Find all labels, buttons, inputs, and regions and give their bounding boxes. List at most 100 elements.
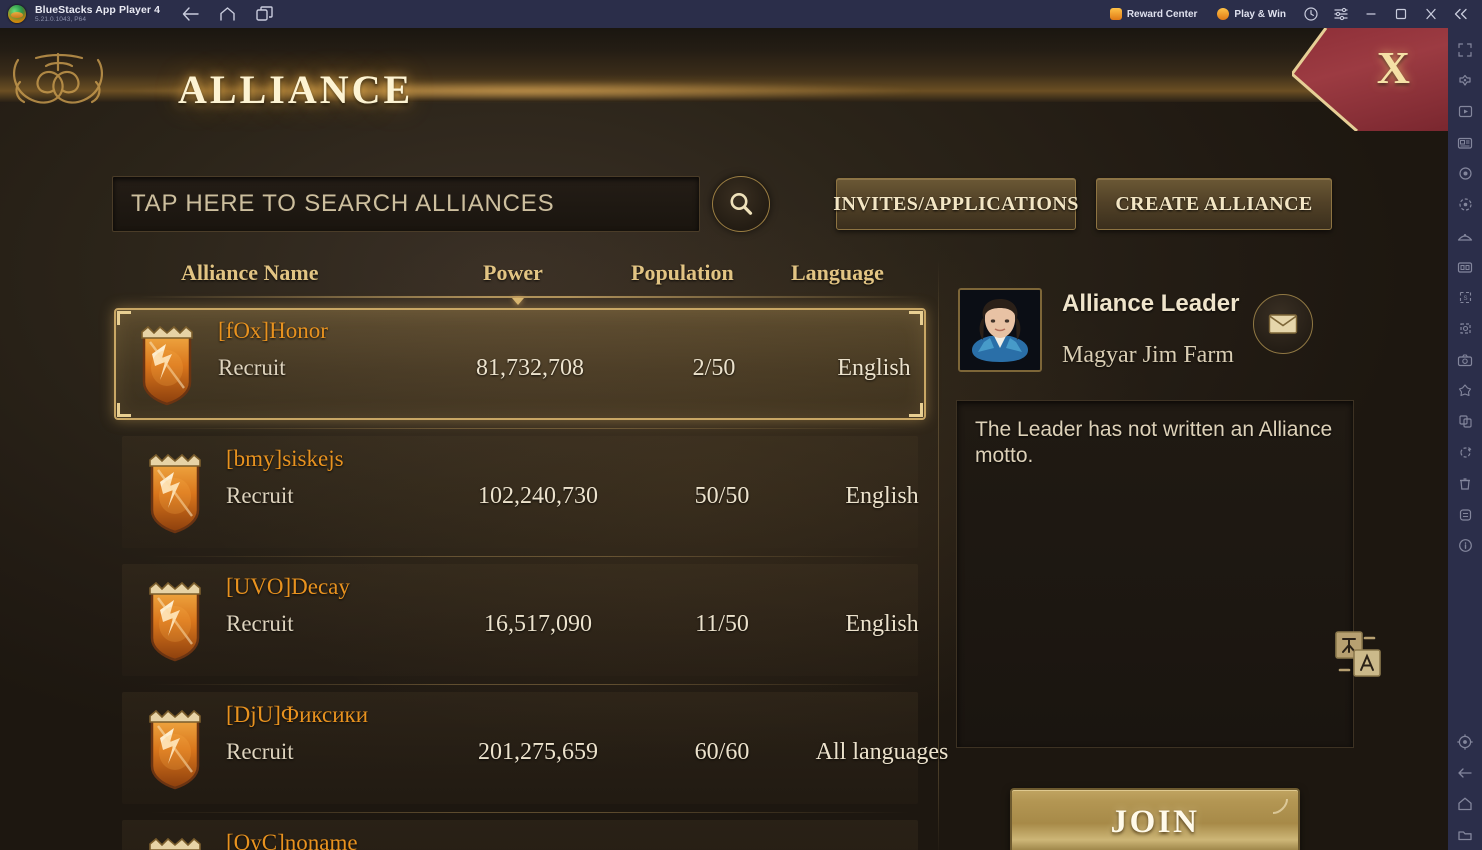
alliance-rank: Recruit xyxy=(226,483,294,508)
alliance-motto-box: The Leader has not written an Alliance m… xyxy=(956,400,1354,748)
multi-instance-icon[interactable] xyxy=(256,6,273,22)
collapse-sidebar-icon[interactable] xyxy=(1446,0,1476,28)
copy-icon[interactable] xyxy=(1448,406,1482,437)
table-row[interactable]: [DjU]Фиксики Recruit 201,275,659 60/60 A… xyxy=(122,692,948,804)
search-button[interactable] xyxy=(712,176,770,232)
gamepad-icon[interactable] xyxy=(1448,499,1482,530)
alliance-emblem-icon xyxy=(144,580,206,662)
create-alliance-button[interactable]: CREATE ALLIANCE xyxy=(1096,178,1332,230)
recents-icon[interactable] xyxy=(1448,819,1482,850)
search-input[interactable]: TAP HERE TO SEARCH ALLIANCES xyxy=(112,176,700,232)
titlebar-left-group: BlueStacks App Player 4 5.21.0.1043, P64 xyxy=(0,3,400,24)
game-guide-icon[interactable] xyxy=(1448,220,1482,251)
translate-button[interactable] xyxy=(1330,626,1384,680)
bluestacks-logo-icon xyxy=(8,4,26,23)
home-nav-icon[interactable] xyxy=(1448,788,1482,819)
game-viewport: ALLIANCE X TAP HERE TO SEARCH ALLIANCES … xyxy=(0,28,1448,850)
send-mail-button[interactable] xyxy=(1253,294,1313,354)
alliance-population: 2/50 xyxy=(692,355,736,381)
table-row[interactable]: [bmy]siskejs Recruit 102,240,730 50/50 E… xyxy=(122,436,919,548)
reward-icon xyxy=(1109,8,1122,20)
coin-icon xyxy=(1217,8,1230,20)
emulator-sidebar: S xyxy=(1448,28,1482,850)
mail-icon xyxy=(1268,314,1298,334)
alliance-rank: Recruit xyxy=(226,611,294,636)
table-row[interactable]: [fOx]Honor Recruit 81,732,708 2/50 Engli… xyxy=(114,308,926,420)
close-dialog-banner[interactable] xyxy=(1292,28,1448,131)
row-separator xyxy=(150,684,910,685)
alliance-name: [bmy]siskejs xyxy=(226,446,344,471)
translate-icon xyxy=(1335,631,1381,677)
page-title: ALLIANCE xyxy=(178,67,414,112)
row-corner-tl xyxy=(117,311,131,325)
fullscreen-icon[interactable] xyxy=(1448,34,1482,65)
titlebar-nav-icons xyxy=(182,6,273,22)
column-header-population[interactable]: Population xyxy=(631,260,734,286)
alliance-rank: Recruit xyxy=(226,739,294,764)
macro-icon[interactable] xyxy=(1448,189,1482,220)
row-separator xyxy=(150,556,910,557)
back-icon[interactable] xyxy=(182,7,199,21)
play-and-win-label: Play & Win xyxy=(1234,8,1286,20)
alliance-emblem-icon xyxy=(144,836,206,850)
shake-icon[interactable] xyxy=(1448,375,1482,406)
alliance-power: 16,517,090 xyxy=(484,611,592,637)
media-manager-icon[interactable] xyxy=(1448,127,1482,158)
multi-instance-manager-icon[interactable] xyxy=(1448,251,1482,282)
search-icon xyxy=(730,193,753,215)
alliance-rank: Recruit xyxy=(218,355,286,380)
back-arrow-icon[interactable] xyxy=(1448,757,1482,788)
alliance-motto-text: The Leader has not written an Alliance m… xyxy=(975,418,1333,468)
app-title: BlueStacks App Player 4 xyxy=(35,3,161,16)
invites-applications-button[interactable]: INVITES/APPLICATIONS xyxy=(833,178,1079,230)
row-corner-bl xyxy=(117,403,131,417)
close-window-icon[interactable] xyxy=(1416,0,1446,28)
camera-icon[interactable] xyxy=(1448,344,1482,375)
minimize-icon[interactable] xyxy=(1356,0,1386,28)
alliance-name: [UVO]Decay xyxy=(226,574,350,599)
close-dialog-label[interactable]: X xyxy=(1377,45,1410,91)
sync-icon[interactable] xyxy=(1448,437,1482,468)
rotate-icon[interactable] xyxy=(1448,313,1482,344)
alliance-power: 102,240,730 xyxy=(478,483,598,509)
clock-icon[interactable] xyxy=(1296,0,1326,28)
row-separator xyxy=(150,428,910,429)
alliance-emblem-icon xyxy=(144,452,206,534)
emulator-titlebar: BlueStacks App Player 4 5.21.0.1043, P64… xyxy=(0,0,1482,28)
column-header-power[interactable]: Power xyxy=(483,260,543,286)
search-placeholder: TAP HERE TO SEARCH ALLIANCES xyxy=(131,190,555,217)
alliance-header-band: ALLIANCE X xyxy=(0,28,1448,131)
screen-record-icon[interactable] xyxy=(1448,96,1482,127)
column-header-language[interactable]: Language xyxy=(791,260,884,286)
settings-icon[interactable] xyxy=(1448,726,1482,757)
invites-applications-label: INVITES/APPLICATIONS xyxy=(833,192,1079,215)
menu-icon[interactable] xyxy=(1326,0,1356,28)
row-corner-tr xyxy=(909,311,923,325)
app-version: 5.21.0.1043, P64 xyxy=(35,15,87,23)
table-header-divider xyxy=(140,296,920,298)
maximize-icon[interactable] xyxy=(1386,0,1416,28)
join-label: JOIN xyxy=(1110,803,1200,840)
alliance-population: 50/50 xyxy=(694,483,750,509)
reward-center-button[interactable]: Reward Center xyxy=(1100,0,1208,28)
alliance-list[interactable]: [fOx]Honor Recruit 81,732,708 2/50 Engli… xyxy=(0,308,948,850)
play-and-win-button[interactable]: Play & Win xyxy=(1207,0,1296,28)
column-header-alliance-name[interactable]: Alliance Name xyxy=(181,260,318,286)
alliance-power: 81,732,708 xyxy=(476,355,584,381)
table-row[interactable]: [UVO]Decay Recruit 16,517,090 11/50 Engl… xyxy=(122,564,919,676)
alliance-power: 201,275,659 xyxy=(478,739,598,765)
home-icon[interactable] xyxy=(219,7,236,21)
keymapping-icon[interactable] xyxy=(1448,65,1482,96)
join-corner-ornament xyxy=(1272,798,1288,814)
svg-text:S: S xyxy=(1463,296,1467,302)
join-alliance-button[interactable]: JOIN xyxy=(1010,788,1300,850)
titlebar-right-group: Reward Center Play & Win xyxy=(1100,0,1482,28)
alliance-population: 11/50 xyxy=(695,611,749,637)
alliance-emblem-icon xyxy=(136,324,198,406)
script-icon[interactable]: S xyxy=(1448,282,1482,313)
eye-icon[interactable] xyxy=(1448,158,1482,189)
table-row[interactable]: [QyC]noname xyxy=(122,820,918,850)
info-icon[interactable] xyxy=(1448,530,1482,561)
trash-icon[interactable] xyxy=(1448,468,1482,499)
avatar xyxy=(958,288,1042,372)
